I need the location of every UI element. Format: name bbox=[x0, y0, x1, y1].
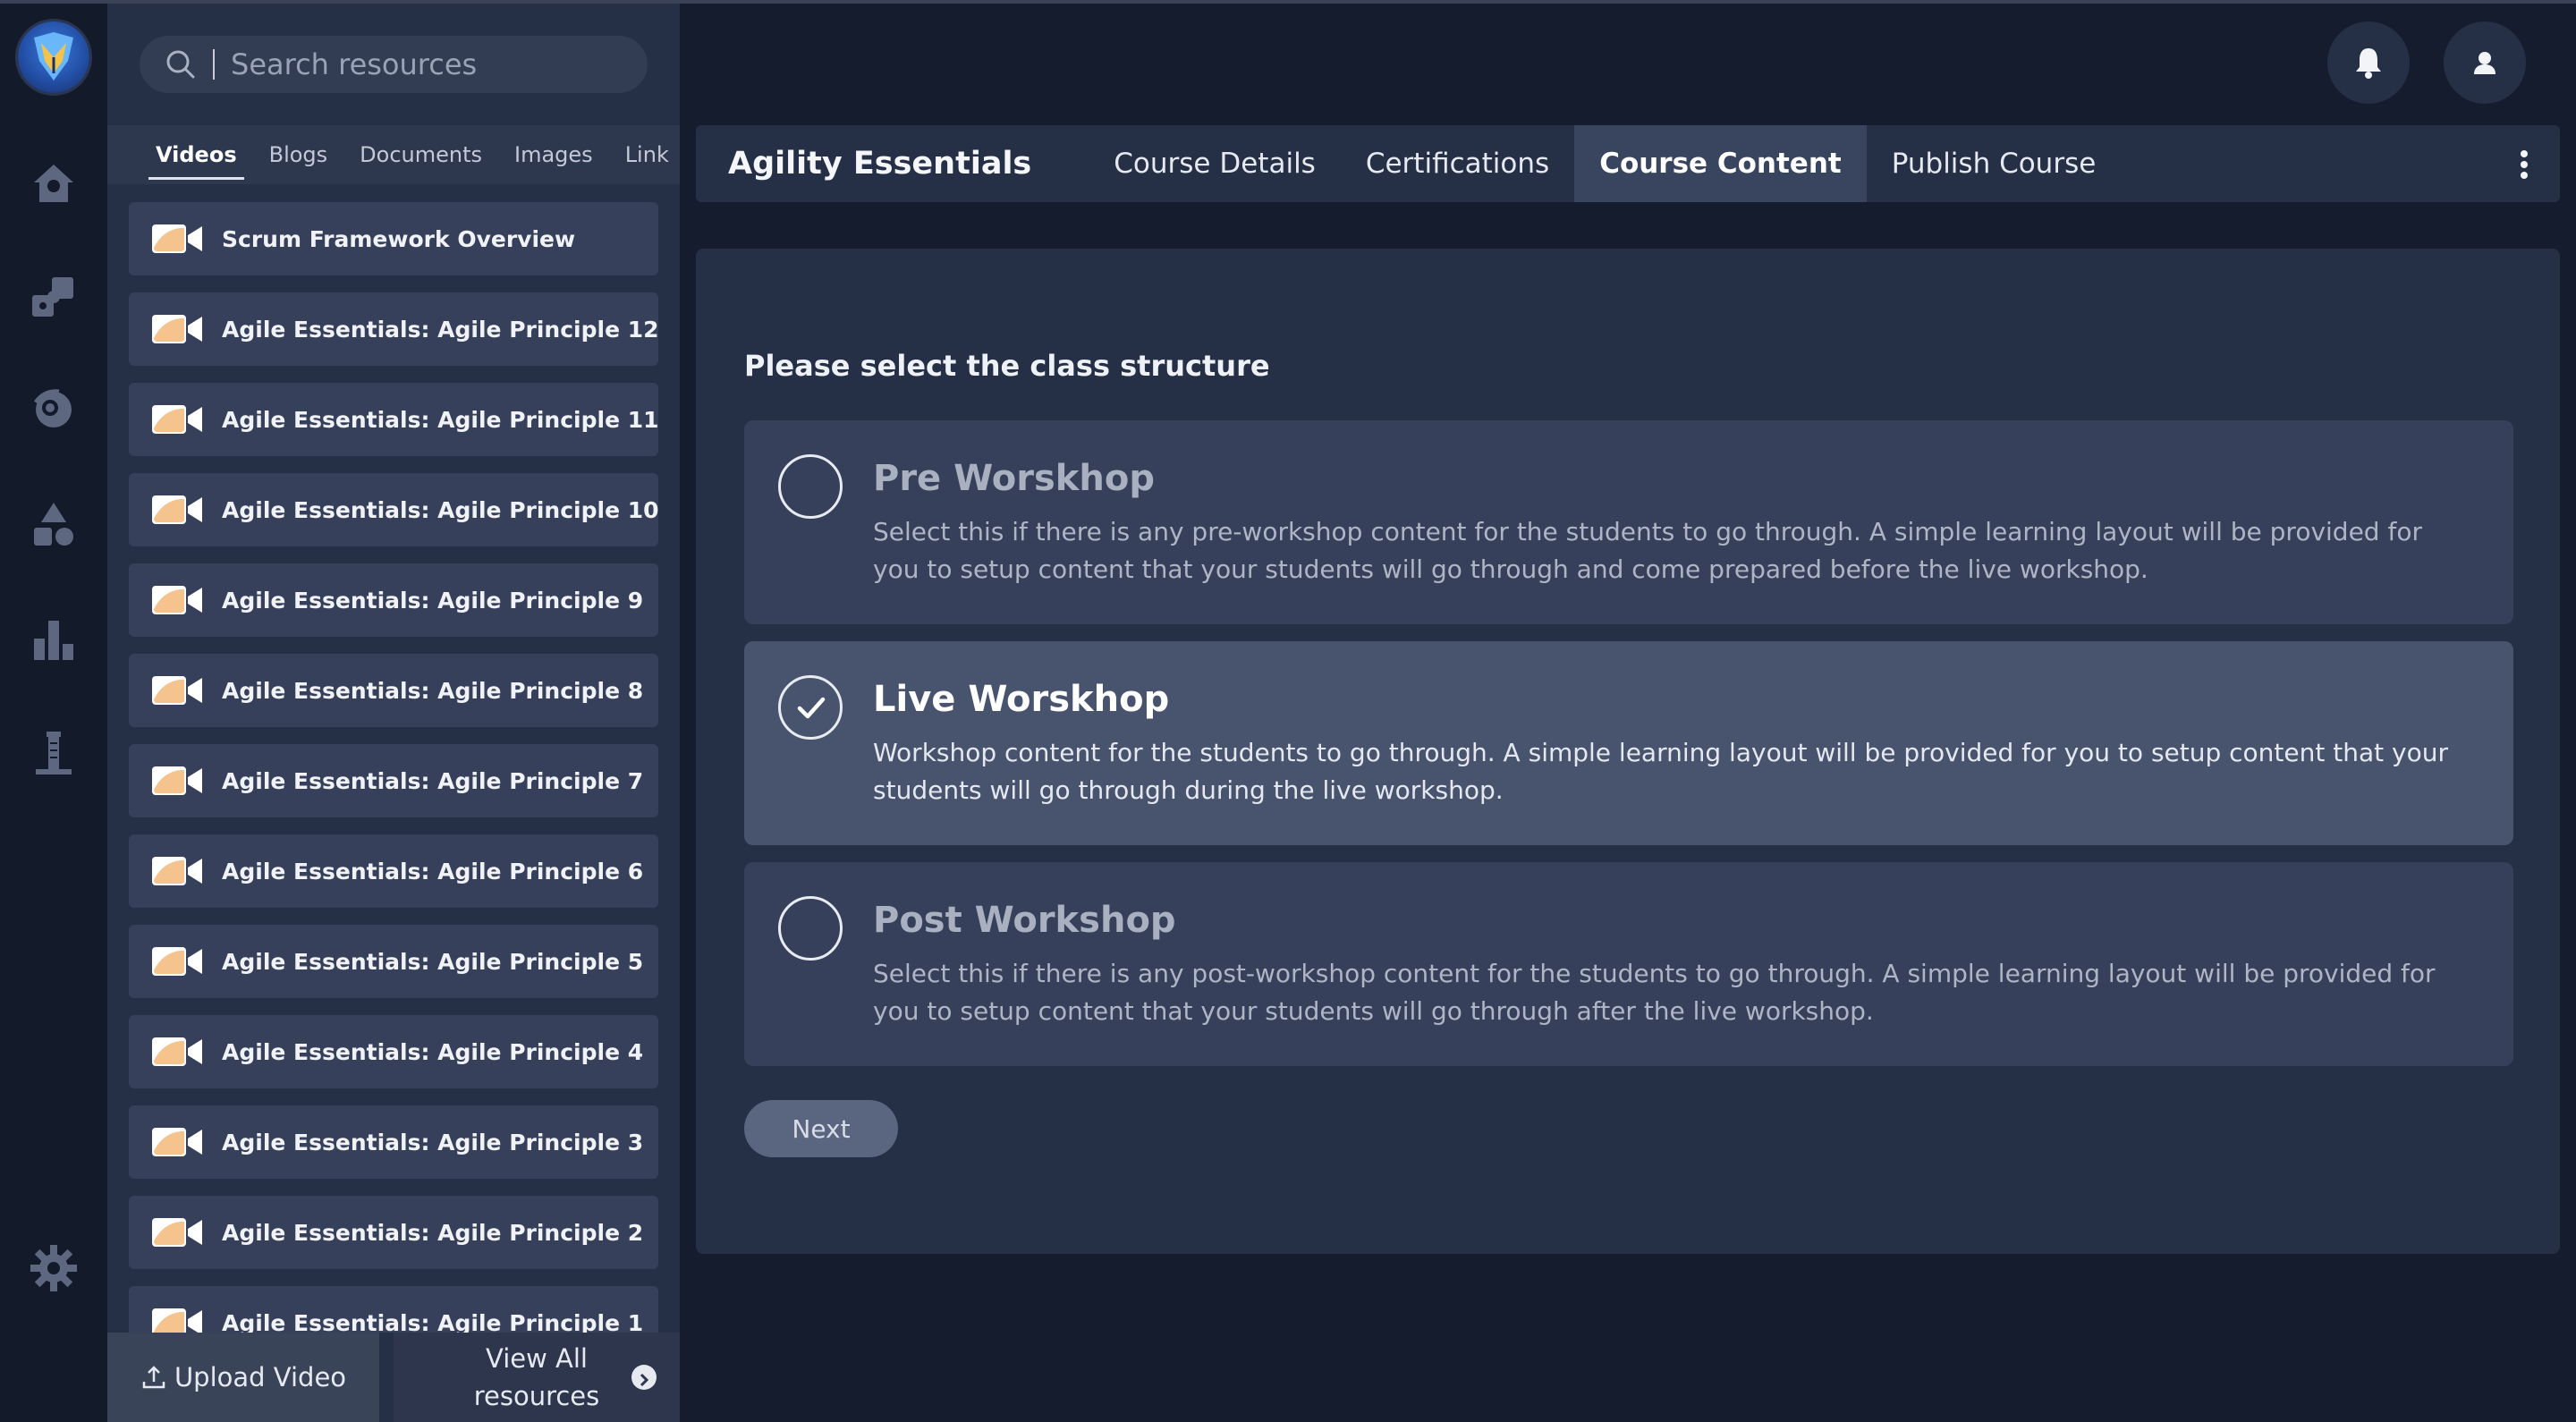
course-tab-bar: Agility Essentials Course Details Certif… bbox=[696, 125, 2560, 202]
class-structure-prompt: Please select the class structure bbox=[744, 349, 1270, 383]
option-live-workshop[interactable]: Live Worskhop Workshop content for the s… bbox=[744, 641, 2513, 845]
view-all-resources-button[interactable]: View All resources bbox=[394, 1333, 680, 1422]
video-camera-icon bbox=[152, 1218, 202, 1247]
tab-link[interactable]: Link bbox=[625, 130, 669, 180]
search-box[interactable]: Search resources bbox=[140, 36, 648, 93]
video-camera-icon bbox=[152, 495, 202, 524]
bar-chart-icon[interactable] bbox=[27, 612, 80, 665]
puzzle-icon[interactable] bbox=[27, 270, 80, 324]
view-all-label: View All resources bbox=[473, 1343, 600, 1411]
search-input[interactable]: Search resources bbox=[231, 47, 477, 81]
option-title: Pre Worskhop bbox=[873, 458, 1155, 499]
more-options-icon[interactable] bbox=[2519, 149, 2529, 180]
resource-list-item[interactable]: Agile Essentials: Agile Principle 3 bbox=[129, 1105, 658, 1179]
resource-title: Agile Essentials: Agile Principle 9 bbox=[222, 587, 644, 614]
resource-list-item[interactable]: Agile Essentials: Agile Principle 6 bbox=[129, 834, 658, 908]
video-camera-icon bbox=[152, 766, 202, 795]
resource-panel: Search resources Videos Blogs Documents … bbox=[107, 4, 680, 1422]
option-description: Select this if there is any post-worksho… bbox=[873, 959, 2436, 1026]
resource-list-item[interactable]: Agile Essentials: Agile Principle 5 bbox=[129, 925, 658, 998]
tab-images[interactable]: Images bbox=[514, 130, 593, 180]
resource-title: Scrum Framework Overview bbox=[222, 225, 576, 252]
radio-live-workshop[interactable] bbox=[778, 675, 843, 740]
shapes-icon[interactable] bbox=[27, 497, 80, 551]
radio-pre-workshop[interactable] bbox=[778, 454, 843, 519]
option-post-workshop[interactable]: Post Workshop Select this if there is an… bbox=[744, 862, 2513, 1066]
resource-list-item[interactable]: Agile Essentials: Agile Principle 4 bbox=[129, 1015, 658, 1088]
resource-list: Scrum Framework Overview Agile Essentials… bbox=[129, 202, 659, 1376]
resource-title: Agile Essentials: Agile Principle 8 bbox=[222, 677, 644, 704]
option-pre-workshop[interactable]: Pre Worskhop Select this if there is any… bbox=[744, 420, 2513, 624]
option-title: Post Workshop bbox=[873, 900, 1176, 941]
course-content-card: Please select the class structure Pre Wo… bbox=[696, 249, 2560, 1254]
resource-title: Agile Essentials: Agile Principle 7 bbox=[222, 767, 644, 794]
video-camera-icon bbox=[152, 405, 202, 434]
notifications-button[interactable] bbox=[2327, 21, 2410, 104]
resource-list-item[interactable]: Agile Essentials: Agile Principle 9 bbox=[129, 563, 658, 637]
resource-list-item[interactable]: Agile Essentials: Agile Principle 2 bbox=[129, 1196, 658, 1269]
resource-title: Agile Essentials: Agile Principle 10 bbox=[222, 496, 659, 523]
resource-list-item[interactable]: Agile Essentials: Agile Principle 10 bbox=[129, 473, 659, 546]
option-description: Select this if there is any pre-workshop… bbox=[873, 517, 2422, 584]
panel-footer: Upload Video View All resources bbox=[107, 1333, 680, 1422]
video-camera-icon bbox=[152, 1037, 202, 1066]
checkmark-icon bbox=[797, 697, 826, 719]
bell-icon bbox=[2356, 48, 2381, 79]
resource-title: Agile Essentials: Agile Principle 3 bbox=[222, 1129, 644, 1155]
search-icon bbox=[166, 50, 195, 79]
resource-title: Agile Essentials: Agile Principle 2 bbox=[222, 1219, 644, 1246]
upload-video-label: Upload Video bbox=[174, 1362, 347, 1392]
tab-videos[interactable]: Videos bbox=[148, 130, 244, 180]
radio-post-workshop[interactable] bbox=[778, 896, 843, 961]
brain-icon[interactable] bbox=[27, 383, 80, 436]
option-title: Live Worskhop bbox=[873, 679, 1170, 720]
video-camera-icon bbox=[152, 586, 202, 614]
chevron-right-circle-icon bbox=[631, 1365, 657, 1390]
resource-list-item[interactable]: Scrum Framework Overview bbox=[129, 202, 658, 275]
user-profile-button[interactable] bbox=[2444, 21, 2526, 104]
tab-course-content[interactable]: Course Content bbox=[1574, 125, 1867, 202]
video-camera-icon bbox=[152, 315, 202, 343]
text-caret bbox=[213, 49, 215, 80]
resource-title: Agile Essentials: Agile Principle 11 bbox=[222, 406, 659, 433]
video-camera-icon bbox=[152, 857, 202, 885]
video-camera-icon bbox=[152, 676, 202, 705]
resource-title: Agile Essentials: Agile Principle 6 bbox=[222, 858, 644, 885]
resource-list-item[interactable]: Agile Essentials: Agile Principle 8 bbox=[129, 654, 658, 727]
footer-divider bbox=[379, 1333, 394, 1422]
upload-video-button[interactable]: Upload Video bbox=[107, 1333, 379, 1422]
home-icon[interactable] bbox=[27, 156, 80, 209]
app-logo[interactable] bbox=[18, 21, 89, 93]
tab-publish-course[interactable]: Publish Course bbox=[1867, 125, 2122, 202]
next-button[interactable]: Next bbox=[744, 1100, 898, 1157]
logo-mark-icon bbox=[34, 32, 73, 80]
tab-course-details[interactable]: Course Details bbox=[1089, 125, 1341, 202]
tab-documents[interactable]: Documents bbox=[360, 130, 482, 180]
video-camera-icon bbox=[152, 1128, 202, 1156]
option-description: Workshop content for the students to go … bbox=[873, 738, 2448, 805]
resource-list-item[interactable]: Agile Essentials: Agile Principle 11 bbox=[129, 383, 659, 456]
tab-certifications[interactable]: Certifications bbox=[1341, 125, 1574, 202]
resource-list-item[interactable]: Agile Essentials: Agile Principle 12 bbox=[129, 292, 659, 366]
tower-icon[interactable] bbox=[27, 726, 80, 780]
resource-title: Agile Essentials: Agile Principle 5 bbox=[222, 948, 644, 975]
video-camera-icon bbox=[152, 224, 202, 253]
resource-title: Agile Essentials: Agile Principle 4 bbox=[222, 1038, 644, 1065]
resource-type-tabs: Videos Blogs Documents Images Link bbox=[107, 125, 680, 184]
tab-blogs[interactable]: Blogs bbox=[269, 130, 328, 180]
upload-icon bbox=[142, 1366, 165, 1389]
course-title: Agility Essentials bbox=[728, 146, 1032, 182]
resource-list-item[interactable]: Agile Essentials: Agile Principle 7 bbox=[129, 744, 658, 817]
resource-title: Agile Essentials: Agile Principle 12 bbox=[222, 316, 659, 343]
user-icon bbox=[2474, 52, 2496, 74]
left-nav-rail bbox=[0, 4, 107, 1422]
video-camera-icon bbox=[152, 947, 202, 976]
gear-icon[interactable] bbox=[27, 1241, 80, 1295]
